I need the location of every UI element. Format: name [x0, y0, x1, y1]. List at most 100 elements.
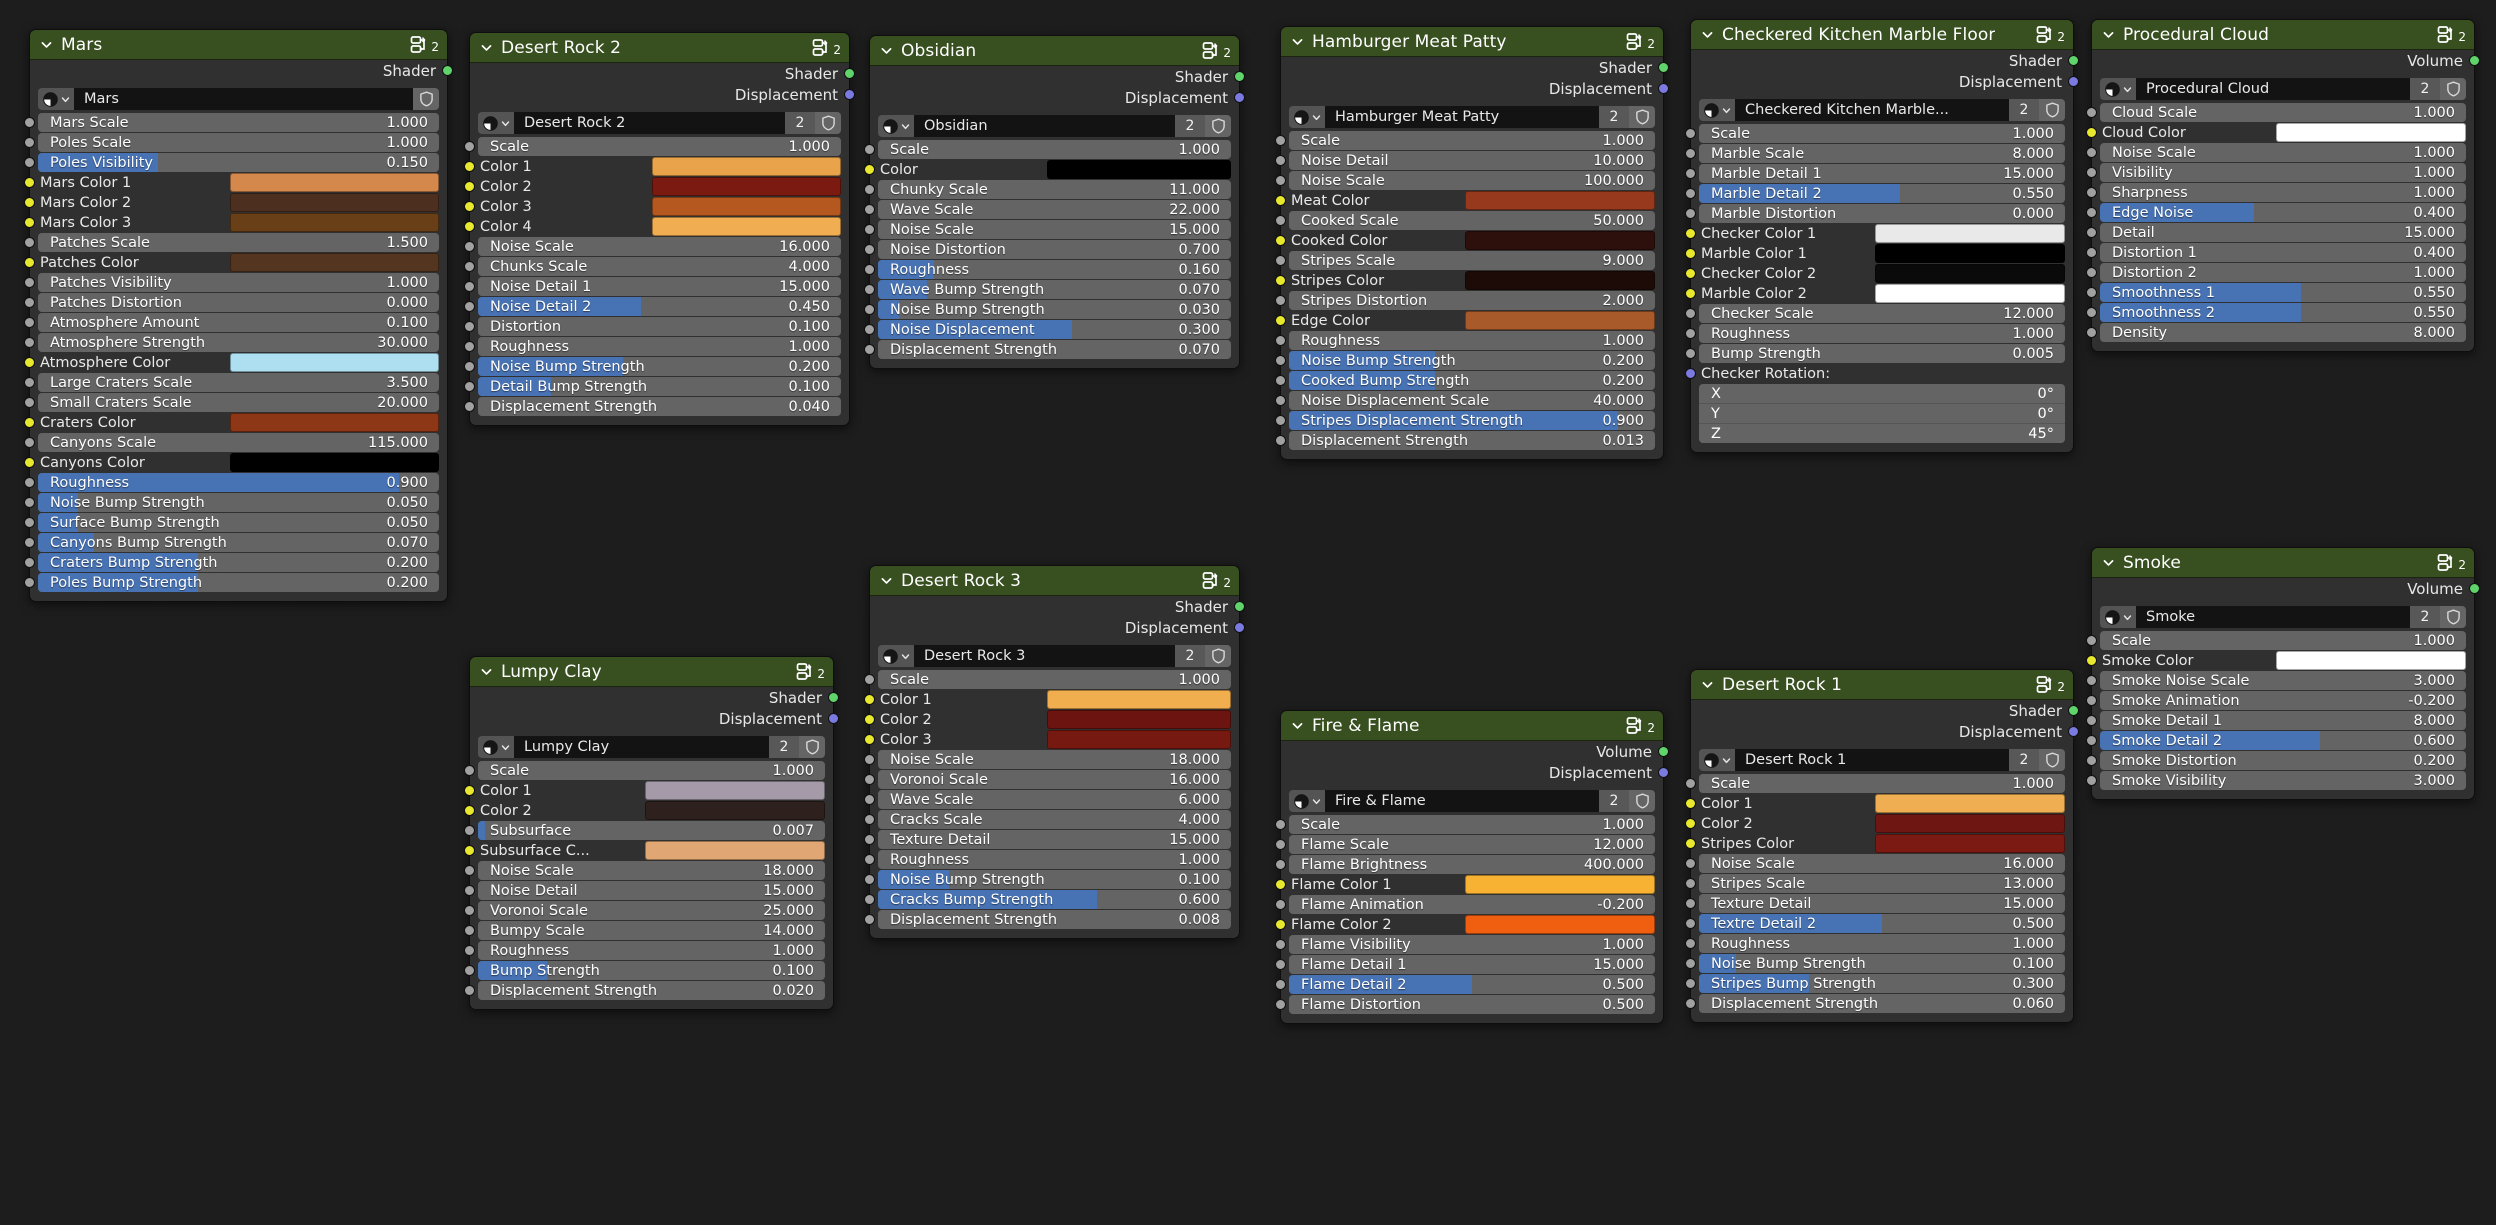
datablock-user-count[interactable]: 2: [2410, 78, 2440, 100]
color-swatch[interactable]: [230, 413, 439, 432]
color-swatch[interactable]: [1464, 875, 1655, 894]
value-slider[interactable]: Scale 1.000: [1699, 774, 2065, 793]
input-socket-value[interactable]: [864, 284, 875, 295]
value-slider[interactable]: Poles Visibility 0.150: [38, 153, 439, 172]
datablock-user-count[interactable]: 2: [1599, 106, 1629, 128]
fake-user-button[interactable]: [413, 88, 439, 110]
input-socket-value[interactable]: [1685, 168, 1696, 179]
value-slider[interactable]: Smoke Animation -0.200: [2100, 691, 2466, 710]
datablock-name[interactable]: Desert Rock 1: [1735, 749, 2009, 771]
input-socket-value[interactable]: [464, 865, 475, 876]
color-swatch[interactable]: [1047, 690, 1231, 709]
input-socket-value[interactable]: [864, 304, 875, 315]
color-swatch[interactable]: [1874, 264, 2065, 283]
value-slider[interactable]: Subsurface 0.007: [478, 821, 825, 840]
property-row[interactable]: Roughness 1.000: [1685, 324, 2065, 343]
datablock-browse-button[interactable]: [1289, 790, 1325, 812]
input-socket-value[interactable]: [1275, 215, 1286, 226]
value-slider[interactable]: Scale 1.000: [1289, 131, 1655, 150]
input-socket-value[interactable]: [864, 244, 875, 255]
color-property-row[interactable]: Canyons Color: [24, 453, 439, 472]
value-slider[interactable]: Displacement Strength 0.070: [878, 340, 1231, 359]
datablock-name[interactable]: Hamburger Meat Patty: [1325, 106, 1599, 128]
socket-displacement[interactable]: [844, 89, 855, 100]
value-slider[interactable]: Small Craters Scale 20.000: [38, 393, 439, 412]
input-socket-value[interactable]: [464, 321, 475, 332]
property-row[interactable]: Stripes Scale 9.000: [1275, 251, 1655, 270]
value-slider[interactable]: Stripes Scale 9.000: [1289, 251, 1655, 270]
property-row[interactable]: Cooked Bump Strength 0.200: [1275, 371, 1655, 390]
input-socket-value[interactable]: [2086, 635, 2097, 646]
material-datablock-icon[interactable]: [2104, 609, 2121, 626]
value-slider[interactable]: Detail 15.000: [2100, 223, 2466, 242]
property-row[interactable]: Flame Brightness 400.000: [1275, 855, 1655, 874]
color-property-row[interactable]: Color 3: [864, 730, 1231, 749]
node-header[interactable]: Procedural Cloud 2: [2092, 20, 2474, 50]
property-row[interactable]: Displacement Strength 0.070: [864, 340, 1231, 359]
collapse-chevron-icon[interactable]: [480, 41, 493, 54]
datablock-browse-button[interactable]: [478, 112, 514, 134]
input-socket-value[interactable]: [864, 854, 875, 865]
color-property-row[interactable]: Color 2: [864, 710, 1231, 729]
value-slider[interactable]: Surface Bump Strength 0.050: [38, 513, 439, 532]
input-socket-value[interactable]: [2086, 207, 2097, 218]
input-socket-value[interactable]: [2086, 247, 2097, 258]
value-slider[interactable]: Marble Detail 1 15.000: [1699, 164, 2065, 183]
value-slider[interactable]: Patches Visibility 1.000: [38, 273, 439, 292]
property-row[interactable]: Small Craters Scale 20.000: [24, 393, 439, 412]
input-socket-color[interactable]: [2086, 655, 2097, 666]
value-slider[interactable]: Noise Bump Strength 0.030: [878, 300, 1231, 319]
node-group-icon[interactable]: [1202, 571, 1222, 590]
value-slider[interactable]: Displacement Strength 0.013: [1289, 431, 1655, 450]
value-slider[interactable]: Smoothness 1 0.550: [2100, 283, 2466, 302]
datablock-browse-button[interactable]: [1289, 106, 1325, 128]
color-property-row[interactable]: Color 2: [464, 801, 825, 820]
property-row[interactable]: Canyons Bump Strength 0.070: [24, 533, 439, 552]
value-slider[interactable]: Noise Detail 2 0.450: [478, 297, 841, 316]
color-swatch[interactable]: [1874, 834, 2065, 853]
node-group-icon[interactable]: [812, 38, 832, 57]
collapse-chevron-icon[interactable]: [2102, 556, 2115, 569]
property-row[interactable]: Flame Visibility 1.000: [1275, 935, 1655, 954]
property-row[interactable]: Atmosphere Strength 30.000: [24, 333, 439, 352]
input-socket-value[interactable]: [464, 381, 475, 392]
value-slider[interactable]: Noise Scale 18.000: [478, 861, 825, 880]
value-slider[interactable]: Smoke Visibility 3.000: [2100, 771, 2466, 790]
datablock-user-count[interactable]: 2: [785, 112, 815, 134]
input-socket-value[interactable]: [1275, 295, 1286, 306]
value-slider[interactable]: Detail Bump Strength 0.100: [478, 377, 841, 396]
property-row[interactable]: Canyons Scale 115.000: [24, 433, 439, 452]
input-socket-value[interactable]: [2086, 715, 2097, 726]
input-socket-color[interactable]: [1685, 818, 1696, 829]
input-socket-value[interactable]: [1685, 878, 1696, 889]
input-socket-color[interactable]: [1685, 248, 1696, 259]
input-socket-value[interactable]: [464, 765, 475, 776]
input-socket-value[interactable]: [2086, 107, 2097, 118]
node-header[interactable]: Obsidian 2: [870, 36, 1239, 66]
node-group-badge[interactable]: 2: [2437, 553, 2466, 572]
input-socket-value[interactable]: [1685, 918, 1696, 929]
node-group-icon[interactable]: [796, 662, 816, 681]
node-mars[interactable]: Mars 2 Shader Mars Mars Scale 1.000 Poles Scal…: [24, 29, 453, 602]
collapse-chevron-icon[interactable]: [480, 665, 493, 678]
input-socket-value[interactable]: [24, 517, 35, 528]
value-slider[interactable]: Noise Scale 18.000: [878, 750, 1231, 769]
property-row[interactable]: Noise Bump Strength 0.100: [1685, 954, 2065, 973]
value-slider[interactable]: Cooked Bump Strength 0.200: [1289, 371, 1655, 390]
value-slider[interactable]: Smoke Detail 1 8.000: [2100, 711, 2466, 730]
property-row[interactable]: Noise Bump Strength 0.030: [864, 300, 1231, 319]
color-property-row[interactable]: Edge Color: [1275, 311, 1655, 330]
property-row[interactable]: Flame Distortion 0.500: [1275, 995, 1655, 1014]
input-socket-color[interactable]: [464, 785, 475, 796]
input-socket-value[interactable]: [864, 794, 875, 805]
socket-volume[interactable]: [1658, 746, 1669, 757]
node-group-badge[interactable]: 2: [410, 35, 439, 54]
property-row[interactable]: Cloud Scale 1.000: [2086, 103, 2466, 122]
datablock-user-count[interactable]: 2: [2009, 99, 2039, 121]
fake-user-shield-icon[interactable]: [821, 115, 836, 131]
fake-user-button[interactable]: [1205, 115, 1231, 137]
property-row[interactable]: Smoke Animation -0.200: [2086, 691, 2466, 710]
input-socket-value[interactable]: [1275, 395, 1286, 406]
property-row[interactable]: Displacement Strength 0.040: [464, 397, 841, 416]
socket-shader[interactable]: [1234, 601, 1245, 612]
